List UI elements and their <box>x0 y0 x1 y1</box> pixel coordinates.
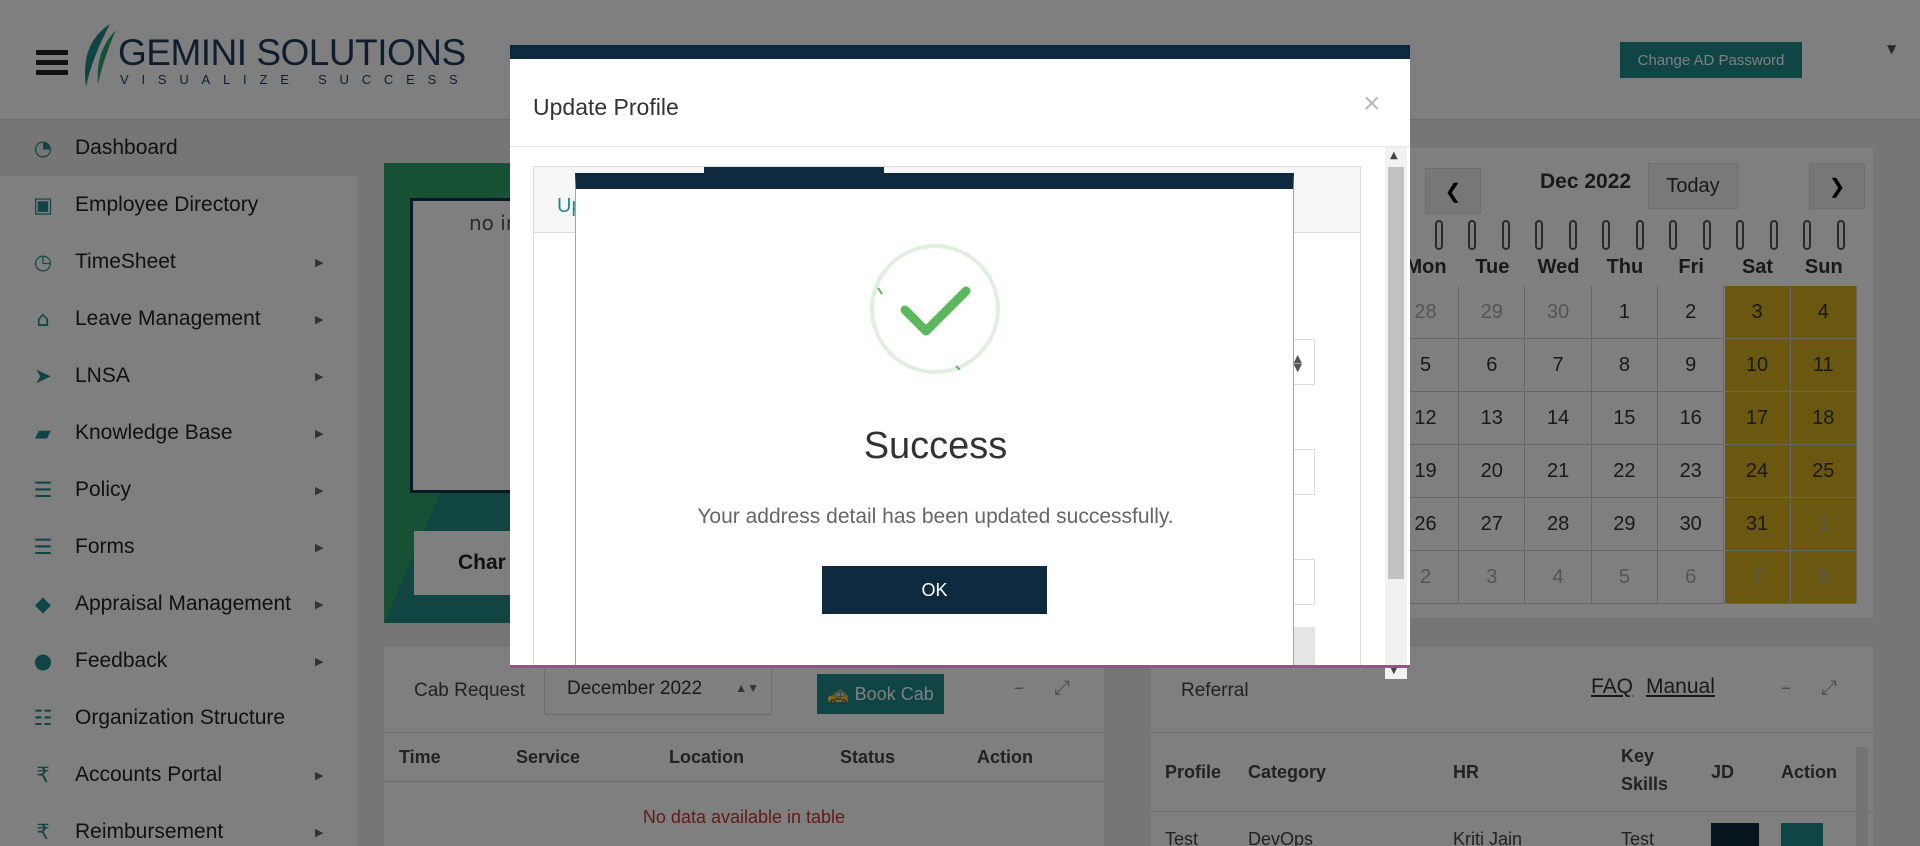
alert-title: Success <box>863 425 1008 467</box>
close-icon[interactable]: × <box>1363 87 1381 121</box>
scroll-up-icon: ▲ <box>1390 150 1398 161</box>
success-check-icon <box>870 244 1000 374</box>
success-alert-dialog: Success Your address detail has been upd… <box>575 173 1294 665</box>
scrollbar-thumb[interactable] <box>1388 167 1404 579</box>
ok-button[interactable]: OK <box>822 566 1047 614</box>
select-arrows-icon: ▲▼ <box>1293 352 1302 374</box>
modal-title: Update Profile <box>533 94 679 120</box>
modal-scrollbar[interactable]: ▲ ▼ <box>1385 147 1407 679</box>
alert-message: Your address detail has been updated suc… <box>697 505 1174 528</box>
